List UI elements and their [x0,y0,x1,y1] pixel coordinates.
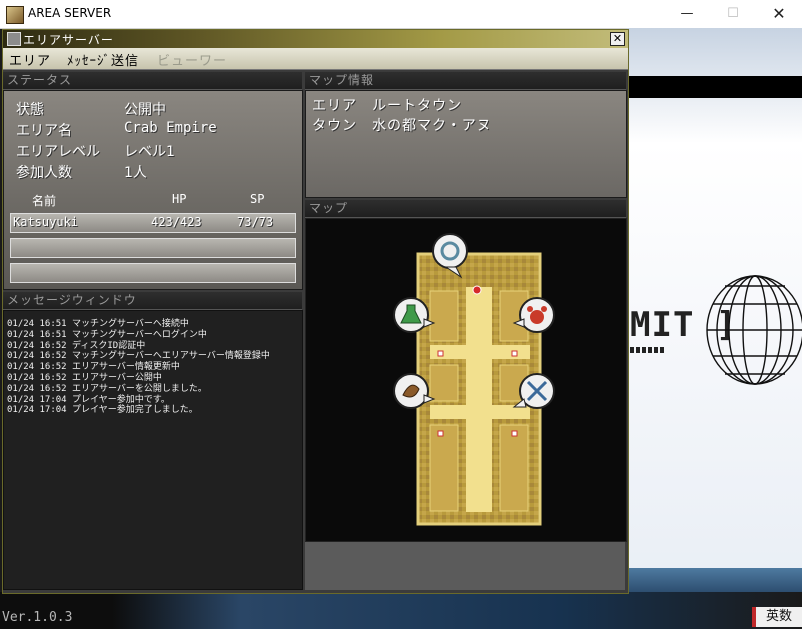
app-window-icon [7,32,21,46]
status-label-area-level: エリアレベル [16,144,100,160]
maximize-button[interactable]: ☐ [710,0,756,28]
map-main-corridor [466,287,492,512]
message-line: 01/24 16:52 マッチングサーバーへエリアサーバー情報登録中 [7,351,270,362]
message-line: 01/24 16:52 エリアサーバー情報更新中 [7,362,180,373]
menu-bar: エリア ﾒｯｾｰｼﾞ送信 ビューワー [3,48,628,70]
party-member-name: Katsuyuki [13,215,79,229]
map-room [429,290,459,342]
status-label-players: 参加人数 [16,165,72,181]
message-list: 01/24 16:51 マッチングサーバーへ接続中 01/24 16:51 マッ… [7,319,270,416]
close-button[interactable]: ✕ [756,0,802,28]
map-door-marker [511,430,518,437]
message-line: 01/24 17:04 プレイヤー参加中です。 [7,394,170,405]
message-window: 01/24 16:51 マッチングサーバーへ接続中 01/24 16:51 マッ… [3,310,303,590]
party-row[interactable] [10,238,296,258]
message-line: 01/24 16:52 エリアサーバー公開中 [7,372,162,383]
menu-area[interactable]: エリア [9,50,51,69]
message-line: 01/24 16:52 エリアサーバーを公開しました。 [7,383,207,394]
map-info-header: マップ情報 [305,72,626,90]
player-marker-icon [472,285,482,295]
menu-send-message[interactable]: ﾒｯｾｰｼﾞ送信 [67,50,139,69]
background-bottom-strip [0,592,802,629]
map-door-marker [437,350,444,357]
background-dash-pattern [630,347,664,353]
status-value-players: 1人 [124,165,147,181]
map-info-town-value: 水の都マク・アヌ [372,118,492,134]
map-bottom-area [305,542,625,590]
background-black-bar [627,76,802,98]
app-title: エリアサーバー [23,33,114,47]
party-header-hp: HP [172,192,187,206]
app-icon [6,6,24,24]
app-close-button[interactable]: ✕ [610,32,625,46]
status-value-state: 公開中 [124,102,166,118]
map-info-panel: エリア ルートタウン タウン 水の都マク・アヌ [305,90,627,198]
app-titlebar: エリアサーバー ✕ [3,30,628,48]
map-header: マップ [305,200,626,218]
map-info-area-label: エリア [312,98,357,114]
party-member-sp: 73/73 [237,215,274,229]
status-value-area-name: Crab Empire [124,120,217,136]
window-titlebar: AREA SERVER — ☐ ✕ [0,0,802,29]
message-line: 01/24 16:52 ディスクID認証中 [7,340,146,351]
message-line: 01/24 16:51 マッチングサーバーへログイン中 [7,329,207,340]
message-window-header: メッセージウィンドウ [3,292,302,310]
version-label: Ver.1.0.3 [2,610,73,625]
status-value-area-level: レベル1 [124,144,175,160]
menu-viewer[interactable]: ビューワー [157,50,227,69]
map-door-marker [511,350,518,357]
status-label-state: 状態 [16,102,44,118]
ime-indicator[interactable]: 英数 [752,607,802,627]
map-door-marker [437,430,444,437]
status-header: ステータス [3,72,302,90]
map-info-area-value: ルートタウン [372,98,462,114]
party-row[interactable] [10,263,296,283]
message-line: 01/24 16:51 マッチングサーバーへ接続中 [7,319,189,329]
background-globe-icon [706,275,802,385]
party-row[interactable]: Katsuyuki 423/423 73/73 [10,213,296,233]
message-line: 01/24 17:04 プレイヤー参加完了しました。 [7,405,198,416]
map-room [429,424,459,512]
party-header-sp: SP [250,192,265,206]
area-server-window: エリアサーバー ✕ エリア ﾒｯｾｰｼﾞ送信 ビューワー ステータス 状態 公開… [2,29,629,594]
minimize-button[interactable]: — [664,0,710,28]
window-title: AREA SERVER [28,6,112,20]
party-member-hp: 423/423 [151,215,202,229]
map-info-town-label: タウン [312,118,357,134]
status-label-area-name: エリア名 [16,123,72,139]
map-room [499,424,529,512]
status-panel: 状態 公開中 エリア名 Crab Empire エリアレベル レベル1 参加人数… [3,90,303,290]
party-header-name: 名前 [32,194,57,208]
map-panel [305,218,627,542]
dungeon-map [393,233,555,526]
map-room [429,364,459,402]
